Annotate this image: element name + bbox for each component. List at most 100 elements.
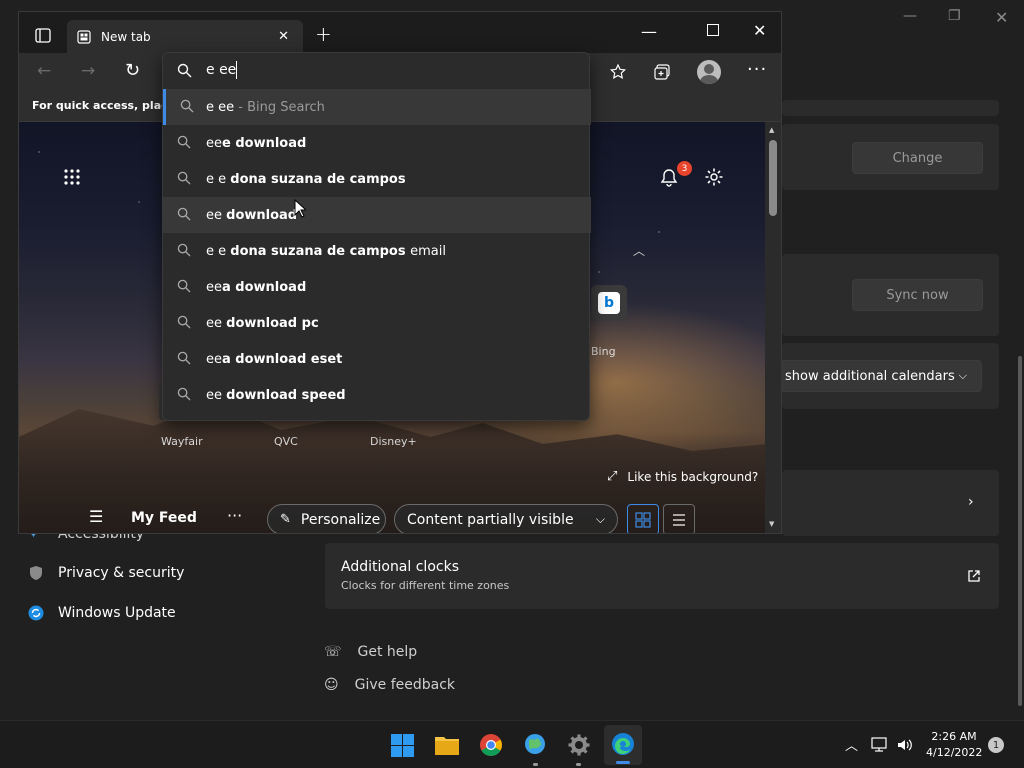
bing-logo-icon: b [598,292,620,314]
window-maximize-icon[interactable] [707,24,719,36]
get-help-link[interactable]: ☏ Get help [324,644,417,660]
sync-now-button[interactable]: Sync now [852,279,983,311]
scroll-down-icon[interactable]: ▼ [769,520,774,528]
additional-clocks-card[interactable]: Additional clocks Clocks for different t… [325,543,999,609]
like-background-button[interactable]: ⤢ Like this background? [607,469,758,484]
suggestion-item[interactable]: ee download speed [163,377,591,413]
back-icon[interactable]: ← [37,61,51,81]
suggestion-suffix: email [410,243,446,259]
scroll-thumb[interactable] [769,140,777,216]
page-scrollbar[interactable]: ▲ ▼ [765,122,781,533]
settings-card-time[interactable] [782,470,999,536]
suggestion-item[interactable]: ee a download [163,269,591,305]
settings-scrollbar[interactable] [1018,356,1022,706]
refresh-icon[interactable]: ↻ [125,60,140,81]
bing-tile-label: Bing [591,345,616,358]
chevron-down-icon: ⌵ [958,369,967,382]
shield-icon [30,566,42,580]
expand-icon: ⤢ [607,469,618,484]
scroll-up-icon[interactable]: ▲ [769,126,774,134]
my-feed-label[interactable]: My Feed [131,510,197,526]
settings-card-top [782,100,999,116]
suggestion-suffix: - Bing Search [234,99,325,115]
suggestion-item[interactable]: e e dona suzana de campos email [163,233,591,269]
personalize-button[interactable]: ✎ Personalize [267,504,386,533]
suggestion-item[interactable]: e e dona suzana de campos [163,161,591,197]
sidebar-item-privacy[interactable]: Privacy & security [28,565,184,581]
update-icon [28,605,44,621]
suggestion-item[interactable]: ee download [163,197,591,233]
calendars-dropdown[interactable]: show additional calendars ⌵ [770,360,982,392]
change-button[interactable]: Change [852,142,983,174]
suggestion-prefix: ee [206,351,222,367]
suggestion-item[interactable]: ee download pc [163,305,591,341]
suggestion-prefix: ee [206,315,227,331]
suggestion-prefix: ee [206,135,222,151]
settings-running-indicator [576,763,581,766]
new-tab-page-icon [77,29,91,44]
restore-icon[interactable]: ❐ [948,8,961,24]
new-tab-plus-icon[interactable]: + [315,22,332,46]
collapse-chevron-icon[interactable]: ︿ [633,242,645,259]
address-bar[interactable]: e ee [163,53,591,89]
file-explorer-icon[interactable] [434,734,460,756]
list-view-button[interactable] [663,504,695,533]
close-tab-icon[interactable]: ✕ [278,29,289,44]
show-hidden-icons-icon[interactable]: ︿ [845,735,858,754]
window-close-icon[interactable]: ✕ [753,21,766,40]
address-input[interactable]: e ee [206,62,236,78]
suggestion-completion: download speed [226,387,346,403]
sidebar-item-windows-update[interactable]: Windows Update [28,605,176,621]
windows-start-icon[interactable] [391,734,414,757]
settings-app-icon[interactable] [567,733,591,757]
avatar-body [700,75,718,84]
chrome-icon[interactable] [479,733,503,757]
suggestion-item[interactable]: ee a download eset [163,341,591,377]
minimize-icon[interactable]: — [903,8,917,24]
maps-running-indicator [533,763,538,766]
edge-icon [612,733,634,755]
profile-avatar[interactable] [697,60,721,84]
menu-icon[interactable]: ☰ [89,507,103,526]
collections-icon[interactable] [653,63,671,81]
edge-taskbar-button[interactable] [604,725,642,765]
tile-label-disney[interactable]: Disney+ [370,435,417,448]
favorites-icon[interactable] [609,63,627,81]
suggestion-prefix: ee [206,279,222,295]
window-minimize-icon[interactable]: — [641,22,657,41]
suggestion-completion: a download [222,279,307,295]
grid-view-button[interactable] [627,504,659,533]
address-suggestions-dropdown: e ee e ee - Bing Search ee e download e e d… [162,52,591,421]
notification-center-badge[interactable]: 1 [988,737,1004,753]
settings-gear-icon[interactable] [704,167,724,187]
apps-grid-icon[interactable] [63,168,81,186]
close-icon[interactable]: ✕ [995,8,1008,27]
forward-icon[interactable]: → [81,61,95,81]
tab-actions-icon[interactable] [35,28,51,43]
clock-time[interactable]: 2:26 AM [926,730,982,743]
suggestion-item[interactable]: ee e download [163,125,591,161]
search-icon [177,351,191,365]
tab-new-tab[interactable]: New tab ✕ [67,20,303,53]
calendars-label: show additional calendars [785,368,955,384]
network-icon[interactable] [871,737,889,753]
search-icon [177,171,191,185]
suggestion-item[interactable]: e ee - Bing Search [163,89,591,125]
tab-bar: New tab ✕ + — ✕ [19,12,781,53]
taskbar: ︿ 2:26 AM 4/12/2022 1 [0,720,1024,768]
mouse-pointer-icon [294,199,306,218]
bing-tile[interactable]: b [591,285,627,321]
tile-label-qvc[interactable]: QVC [274,435,298,448]
give-feedback-link[interactable]: ☺ Give feedback [324,677,455,693]
content-visibility-dropdown[interactable]: Content partially visible ⌵ [394,504,618,533]
volume-icon[interactable] [896,737,914,753]
suggestion-prefix: ee [206,387,227,403]
clock-date[interactable]: 4/12/2022 [926,746,982,759]
search-icon [177,63,192,78]
tile-label-wayfair[interactable]: Wayfair [161,435,203,448]
more-options-icon[interactable]: ··· [747,59,767,80]
feed-more-icon[interactable]: ··· [227,506,242,525]
maps-globe-icon[interactable] [523,732,547,758]
bell-icon[interactable] [660,168,678,188]
tab-title: New tab [101,29,151,44]
